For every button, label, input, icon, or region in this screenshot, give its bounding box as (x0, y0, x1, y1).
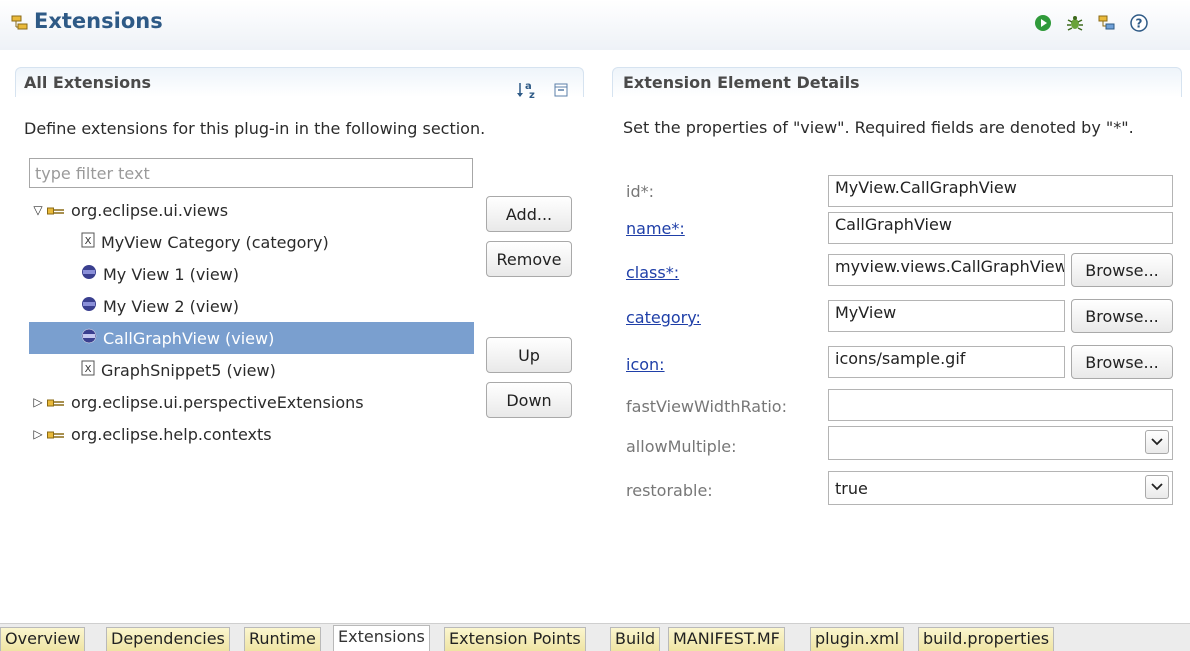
tree-item-label: org.eclipse.ui.perspectiveExtensions (71, 392, 364, 412)
allowmultiple-label: allowMultiple: (626, 437, 737, 456)
tree-item-label: My View 2 (view) (103, 296, 240, 316)
sort-alphabetically-icon[interactable]: az (516, 79, 538, 101)
expanded-arrow-icon[interactable]: ▽ (29, 203, 47, 217)
restorable-value: true (835, 478, 868, 498)
tree-item-org-eclipse-ui-views[interactable]: ▽ org.eclipse.ui.views (29, 194, 474, 226)
tree-item-callgraphview[interactable]: CallGraphView (view) (29, 322, 474, 354)
all-extensions-description: Define extensions for this plug-in in th… (24, 119, 486, 138)
class-browse-button[interactable]: Browse... (1071, 253, 1173, 287)
filter-input[interactable] (29, 158, 473, 188)
id-label: id*: (626, 182, 654, 201)
page-title: Extensions (34, 9, 163, 33)
tree-item-label: org.eclipse.ui.views (71, 200, 229, 220)
name-link[interactable]: name*: (626, 219, 685, 238)
tree-item-myview-category[interactable]: X MyView Category (category) (29, 226, 474, 258)
view-icon (81, 296, 97, 316)
tree-item-my-view-1[interactable]: My View 1 (view) (29, 258, 474, 290)
export-wizard-icon[interactable] (1096, 12, 1118, 34)
tab-build-properties[interactable]: build.properties (918, 627, 1055, 651)
svg-text:?: ? (1136, 17, 1143, 31)
category-field[interactable]: MyView (828, 300, 1065, 332)
view-icon (81, 328, 97, 348)
allowmultiple-combo[interactable] (828, 426, 1173, 460)
run-icon[interactable] (1032, 12, 1054, 34)
down-button[interactable]: Down (486, 382, 572, 418)
tab-runtime[interactable]: Runtime (244, 627, 321, 651)
tab-plugin-xml[interactable]: plugin.xml (810, 627, 905, 651)
icon-link[interactable]: icon: (626, 355, 665, 374)
tab-manifest-mf[interactable]: MANIFEST.MF (668, 627, 785, 651)
tab-dependencies[interactable]: Dependencies (106, 627, 230, 651)
svg-text:X: X (85, 236, 92, 247)
fastviewwidthratio-label: fastViewWidthRatio: (626, 397, 787, 416)
tree-item-graphsnippet5[interactable]: X GraphSnippet5 (view) (29, 354, 474, 386)
tree-item-label: MyView Category (category) (101, 232, 329, 252)
add-button[interactable]: Add... (486, 196, 572, 232)
svg-text:X: X (85, 364, 92, 375)
extensions-tree: ▽ org.eclipse.ui.views X MyView Category… (29, 194, 474, 450)
tree-item-label: org.eclipse.help.contexts (71, 424, 272, 444)
restorable-combo[interactable]: true (828, 471, 1173, 505)
view-icon (81, 264, 97, 284)
help-icon[interactable]: ? (1128, 12, 1150, 34)
tree-item-label: CallGraphView (view) (103, 328, 275, 348)
debug-icon[interactable] (1064, 12, 1086, 34)
form-header (0, 0, 1190, 50)
class-field[interactable]: myview.views.CallGraphView (828, 254, 1065, 286)
tree-item-org-eclipse-ui-perspectiveextensions[interactable]: ▷ org.eclipse.ui.perspectiveExtensions (29, 386, 474, 418)
details-description: Set the properties of "view". Required f… (623, 118, 1134, 137)
name-field[interactable]: CallGraphView (828, 212, 1173, 244)
extension-icon (47, 425, 65, 444)
tree-item-org-eclipse-help-contexts[interactable]: ▷ org.eclipse.help.contexts (29, 418, 474, 450)
element-icon: X (81, 360, 95, 380)
icon-browse-button[interactable]: Browse... (1071, 345, 1173, 379)
svg-text:z: z (529, 90, 535, 101)
category-browse-button[interactable]: Browse... (1071, 299, 1173, 333)
collapsed-arrow-icon[interactable]: ▷ (29, 427, 47, 441)
collapsed-arrow-icon[interactable]: ▷ (29, 395, 47, 409)
category-link[interactable]: category: (626, 308, 701, 327)
collapse-all-icon[interactable] (552, 81, 570, 99)
up-button[interactable]: Up (486, 337, 572, 373)
tree-item-label: GraphSnippet5 (view) (101, 360, 276, 380)
extension-icon (47, 201, 65, 220)
restorable-label: restorable: (626, 481, 713, 500)
tree-item-my-view-2[interactable]: My View 2 (view) (29, 290, 474, 322)
all-extensions-title: All Extensions (24, 73, 151, 92)
id-field[interactable]: MyView.CallGraphView (828, 175, 1173, 207)
tree-item-label: My View 1 (view) (103, 264, 240, 284)
chevron-down-icon[interactable] (1145, 475, 1169, 499)
extensions-icon (10, 13, 30, 33)
fastviewwidthratio-field[interactable] (828, 389, 1173, 421)
tab-build[interactable]: Build (610, 627, 661, 651)
tab-extension-points[interactable]: Extension Points (444, 627, 586, 651)
tab-overview[interactable]: Overview (0, 627, 86, 651)
icon-field[interactable]: icons/sample.gif (828, 346, 1065, 378)
extension-icon (47, 393, 65, 412)
chevron-down-icon[interactable] (1145, 430, 1169, 454)
remove-button[interactable]: Remove (486, 241, 572, 277)
details-title: Extension Element Details (623, 73, 860, 92)
element-icon: X (81, 232, 95, 252)
tab-extensions[interactable]: Extensions (333, 625, 430, 651)
class-link[interactable]: class*: (626, 263, 679, 282)
